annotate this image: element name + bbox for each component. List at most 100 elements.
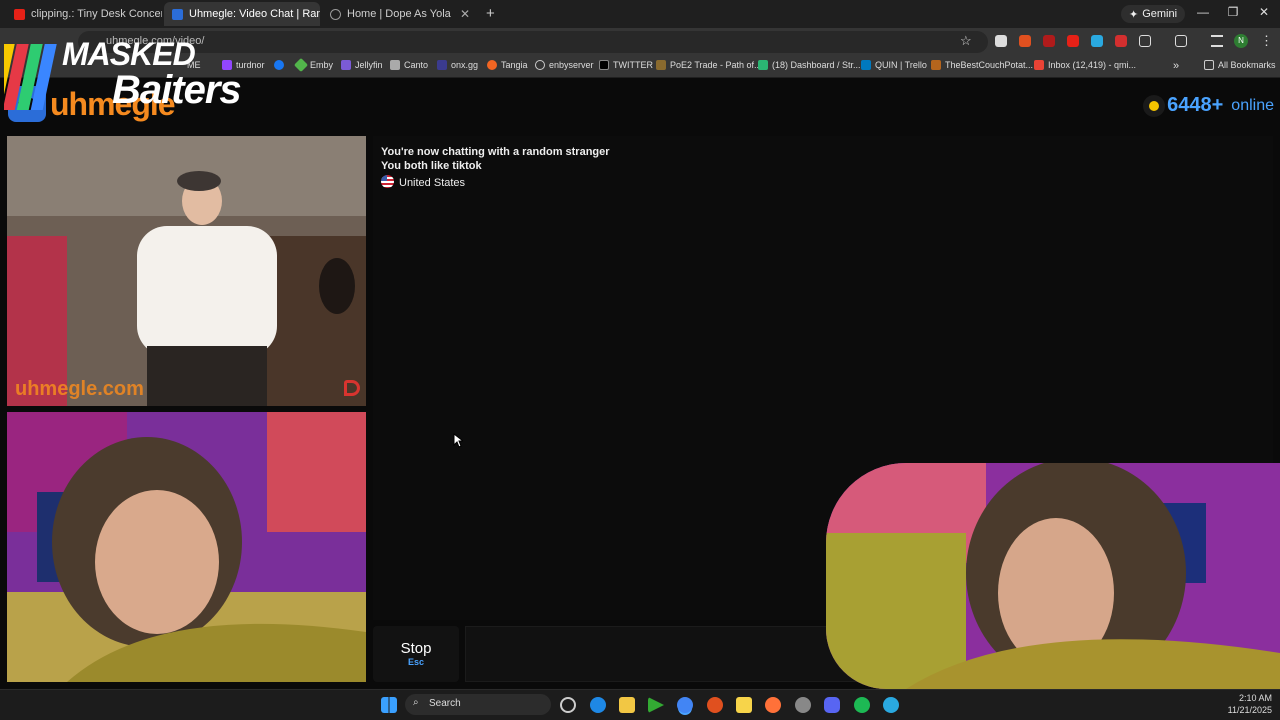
app-icon[interactable] [883,697,899,713]
bookmark-label: (18) Dashboard / Str... [772,60,861,70]
bookmark-label: PoE2 Trade - Path of... [670,60,762,70]
youtube-extension-icon[interactable] [1067,35,1079,47]
taskbar-clock[interactable]: 2:10 AM 11/21/2025 [1228,692,1272,716]
tab-dope-as-yola[interactable]: Home | Dope As Yola ✕ [322,2,478,26]
all-bookmarks-button[interactable]: All Bookmarks [1204,60,1276,70]
spotify-icon[interactable] [854,697,870,713]
stranger-video-frame [7,136,366,406]
extension-icon[interactable] [1043,35,1055,47]
extension-icon[interactable] [1091,35,1103,47]
bookmark-poe2-trade[interactable]: PoE2 Trade - Path of... [656,60,762,70]
facebook-icon [274,60,284,70]
bookmark-label: Jellyfin [355,60,383,70]
bookmark-facebook[interactable] [274,60,284,70]
close-tab-icon[interactable]: ✕ [460,7,470,21]
profile-avatar[interactable]: N [1234,34,1248,48]
obs-icon[interactable] [560,697,576,713]
bookmark-label: Tangia [501,60,528,70]
x-icon [599,60,609,70]
new-tab-button[interactable]: + [486,5,495,22]
chat-common-interest: You both like tiktok [381,160,482,172]
gmail-icon [1034,60,1044,70]
k-extension-icon[interactable] [995,35,1007,47]
loading-icon [330,8,341,20]
extension-icon[interactable] [1019,35,1031,47]
bookmark-twitter[interactable]: TWITTER [599,60,653,70]
online-label: online [1231,96,1274,114]
stranger-video: uhmegle.com [7,136,366,406]
bookmarks-overflow-button[interactable]: » [1173,60,1179,72]
windows-start-icon[interactable] [381,697,397,713]
stop-shortcut: Esc [407,657,424,667]
bookmark-emby[interactable]: Emby [293,57,334,73]
onx-icon [437,60,447,70]
bookmark-enbyserver[interactable]: enbyserver [535,60,594,70]
bookmark-canto[interactable]: Canto [390,60,428,70]
chrome-icon[interactable] [677,697,693,713]
sparkle-icon: ✦ [1129,8,1139,21]
bookmark-trello[interactable]: QUIN | Trello [861,60,927,70]
bookmark-star-icon[interactable]: ☆ [960,33,972,49]
emby-icon [293,57,309,73]
tab-youtube[interactable]: clipping.: Tiny Desk Concert - Y ✕ [6,2,162,26]
file-explorer-icon[interactable] [619,697,635,713]
bookmark-dashboard[interactable]: (18) Dashboard / Str... [758,60,861,70]
tangia-icon [487,60,497,70]
cam-watermark: uhmegle.com [15,378,144,400]
bookmark-label: QUIN | Trello [875,60,927,70]
sticky-notes-icon[interactable] [736,697,752,713]
dashboard-icon [758,60,768,70]
tab-title: Uhmegle: Video Chat | Ran [189,8,320,20]
discord-icon[interactable] [824,697,840,713]
bookmark-label: Inbox (12,419) - qmi... [1048,60,1137,70]
app-icon[interactable] [795,697,811,713]
masked-logo-line2: Baiters [112,68,242,112]
puzzle-extensions-icon[interactable] [1139,35,1151,47]
canto-icon [390,60,400,70]
youtube-icon [14,8,25,20]
gemini-button[interactable]: ✦ Gemini [1121,5,1186,23]
restore-icon[interactable]: ❐ [1223,5,1243,19]
app-icon[interactable] [707,697,723,713]
online-count: 6448+ [1167,94,1224,116]
bookmark-label: onx.gg [451,60,479,70]
bookmark-tangia[interactable]: Tangia [487,60,528,70]
windows-taskbar [0,689,1280,720]
tab-title: clipping.: Tiny Desk Concert - Y [31,8,162,20]
bookmark-label: Canto [404,60,429,70]
cast-icon[interactable] [1175,35,1187,47]
tab-strip: clipping.: Tiny Desk Concert - Y ✕ Uhmeg… [0,0,1280,28]
firefox-icon[interactable] [765,697,781,713]
tab-title: Home | Dope As Yola [347,8,451,20]
stop-button[interactable]: Stop Esc [373,626,459,682]
bookmark-couch-potato[interactable]: TheBestCouchPotat... [931,60,1033,70]
more-menu-icon[interactable]: ⋮ [1260,33,1273,49]
close-window-icon[interactable]: ✕ [1254,5,1274,19]
report-flag-icon[interactable] [344,380,360,396]
search-icon: ⌕ [413,697,419,708]
clock-time: 2:10 AM [1238,693,1272,703]
extension-icon[interactable] [1115,35,1127,47]
folder-icon [1204,60,1214,70]
minimize-icon[interactable]: — [1193,5,1213,19]
bookmark-label: TheBestCouchPotat... [945,60,1034,70]
bookmark-label: Emby [310,60,334,70]
bookmark-onx[interactable]: onx.gg [437,60,478,70]
jellyfin-icon [341,60,351,70]
media-controls-icon[interactable] [1211,35,1223,47]
stop-label: Stop [400,640,432,657]
globe-icon [535,60,545,70]
bookmark-label: All Bookmarks [1218,60,1276,70]
bookmark-jellyfin[interactable]: Jellyfin [341,60,383,70]
country-label: United States [399,177,466,189]
bookmark-gmail[interactable]: Inbox (12,419) - qmi... [1034,60,1136,70]
tab-uhmegle[interactable]: Uhmegle: Video Chat | Ran ◉ ✕ [164,2,320,26]
gemini-label: Gemini [1142,8,1178,20]
bookmark-label: TWITTER [613,60,653,70]
bookmark-label: enbyserver [549,60,594,70]
uhmegle-icon [172,8,183,20]
poe-icon [656,60,666,70]
edge-icon[interactable] [590,697,606,713]
taskbar-search[interactable]: ⌕ Search [405,694,551,715]
mouse-cursor-icon [453,433,463,448]
